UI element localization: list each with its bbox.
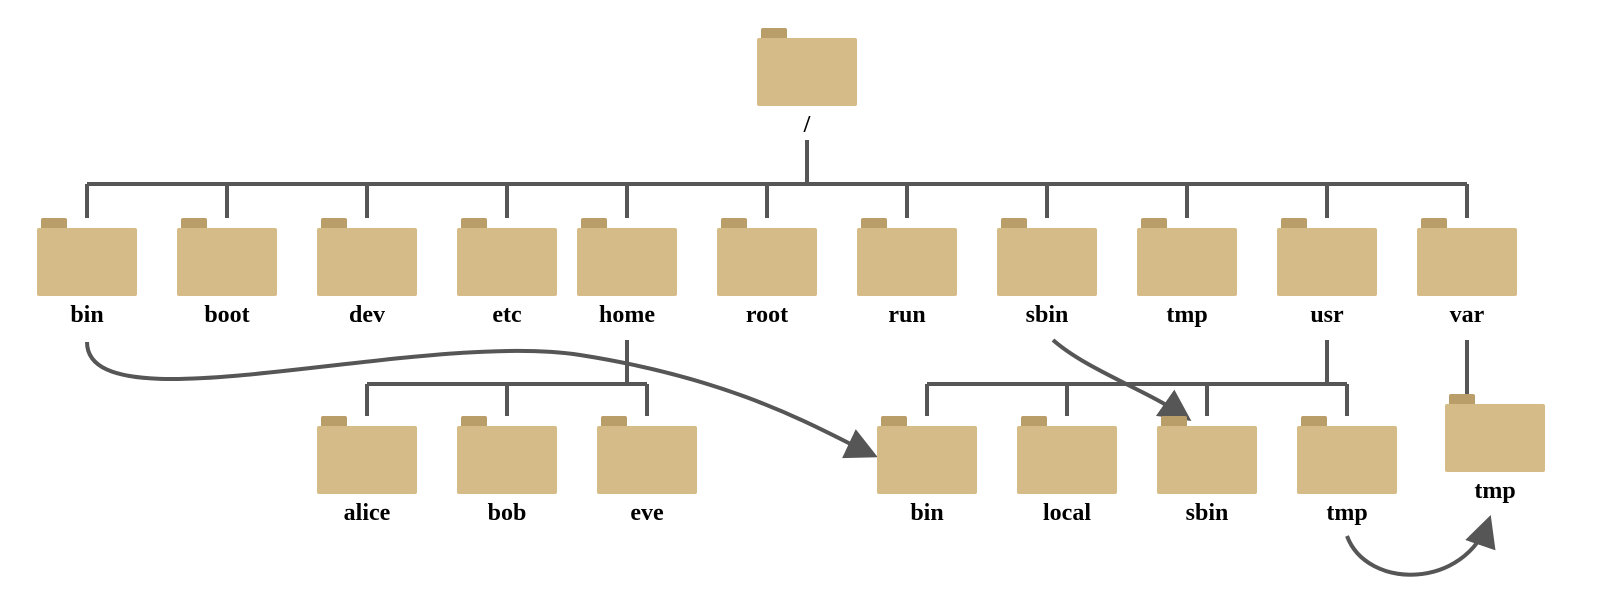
folder-label: usr bbox=[1277, 302, 1377, 329]
folder-node-etc: etc bbox=[457, 218, 557, 329]
folder-icon bbox=[1137, 218, 1237, 296]
arrow-sbin-to-usrsbin bbox=[1053, 340, 1187, 418]
folder-label: dev bbox=[317, 302, 417, 329]
folder-label: bin bbox=[37, 302, 137, 329]
folder-icon bbox=[757, 28, 857, 106]
folder-node-root: / bbox=[757, 28, 857, 139]
folder-node-boot: boot bbox=[177, 218, 277, 329]
folder-node-usrlocal: local bbox=[1017, 416, 1117, 527]
folder-icon bbox=[317, 416, 417, 494]
folder-icon bbox=[177, 218, 277, 296]
folder-icon bbox=[317, 218, 417, 296]
folder-node-usrbin: bin bbox=[877, 416, 977, 527]
folder-icon bbox=[877, 416, 977, 494]
folder-node-dev: dev bbox=[317, 218, 417, 329]
folder-node-vartmp: tmp bbox=[1445, 394, 1545, 505]
folder-label: alice bbox=[317, 500, 417, 527]
folder-node-run: run bbox=[857, 218, 957, 329]
folder-label: eve bbox=[597, 500, 697, 527]
folder-icon bbox=[457, 218, 557, 296]
folder-node-rootdir: root bbox=[717, 218, 817, 329]
folder-icon bbox=[597, 416, 697, 494]
folder-label: sbin bbox=[997, 302, 1097, 329]
folder-icon bbox=[457, 416, 557, 494]
folder-icon bbox=[717, 218, 817, 296]
folder-node-var: var bbox=[1417, 218, 1517, 329]
folder-label: root bbox=[717, 302, 817, 329]
folder-icon bbox=[577, 218, 677, 296]
folder-node-usr: usr bbox=[1277, 218, 1377, 329]
folder-node-tmp: tmp bbox=[1137, 218, 1237, 329]
folder-node-bob: bob bbox=[457, 416, 557, 527]
folder-icon bbox=[37, 218, 137, 296]
folder-icon bbox=[997, 218, 1097, 296]
folder-label: tmp bbox=[1297, 500, 1397, 527]
folder-label: var bbox=[1417, 302, 1517, 329]
folder-node-usrtmp: tmp bbox=[1297, 416, 1397, 527]
folder-label: local bbox=[1017, 500, 1117, 527]
folder-icon bbox=[1417, 218, 1517, 296]
folder-icon bbox=[1017, 416, 1117, 494]
folder-label: tmp bbox=[1445, 478, 1545, 505]
folder-icon bbox=[1297, 416, 1397, 494]
folder-label: home bbox=[577, 302, 677, 329]
filesystem-diagram: / bin boot dev etchome root run sbin tmp usr var al… bbox=[0, 0, 1600, 614]
folder-node-home: home bbox=[577, 218, 677, 329]
folder-node-bin: bin bbox=[37, 218, 137, 329]
arrow-usrtmp-to-vartmp bbox=[1347, 520, 1489, 575]
folder-icon bbox=[1277, 218, 1377, 296]
folder-node-usrsbin: sbin bbox=[1157, 416, 1257, 527]
folder-label: run bbox=[857, 302, 957, 329]
folder-node-sbin: sbin bbox=[997, 218, 1097, 329]
folder-label: boot bbox=[177, 302, 277, 329]
folder-node-eve: eve bbox=[597, 416, 697, 527]
folder-label: bob bbox=[457, 500, 557, 527]
folder-label: tmp bbox=[1137, 302, 1237, 329]
folder-label: / bbox=[757, 112, 857, 139]
folder-label: sbin bbox=[1157, 500, 1257, 527]
folder-label: etc bbox=[457, 302, 557, 329]
folder-label: bin bbox=[877, 500, 977, 527]
folder-node-alice: alice bbox=[317, 416, 417, 527]
folder-icon bbox=[1157, 416, 1257, 494]
folder-icon bbox=[1445, 394, 1545, 472]
folder-icon bbox=[857, 218, 957, 296]
